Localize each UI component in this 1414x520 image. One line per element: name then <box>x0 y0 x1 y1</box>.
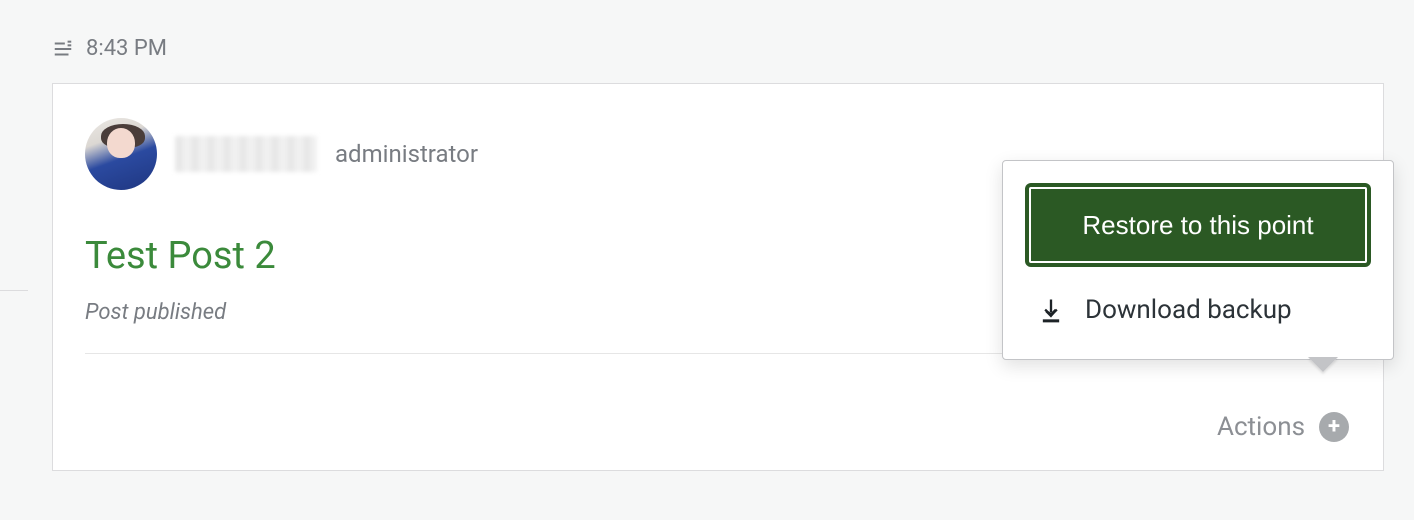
actions-toggle[interactable]: Actions + <box>1217 412 1349 442</box>
restore-button[interactable]: Restore to this point <box>1025 183 1371 267</box>
timeline-entry-header: 8:43 PM <box>0 0 1414 73</box>
download-backup-label: Download backup <box>1085 295 1292 325</box>
popover-caret-icon <box>1309 358 1337 372</box>
download-icon <box>1037 296 1065 324</box>
download-backup-button[interactable]: Download backup <box>1025 267 1371 345</box>
timeline-rail <box>0 290 28 291</box>
plus-circle-icon: + <box>1319 412 1349 442</box>
timeline-time: 8:43 PM <box>86 36 167 61</box>
actions-label: Actions <box>1217 412 1305 442</box>
actions-popover: Restore to this point Download backup <box>1002 160 1394 360</box>
author-username-redacted <box>175 136 317 172</box>
author-role: administrator <box>335 140 478 168</box>
avatar <box>85 118 157 190</box>
activity-post-icon <box>52 38 74 60</box>
